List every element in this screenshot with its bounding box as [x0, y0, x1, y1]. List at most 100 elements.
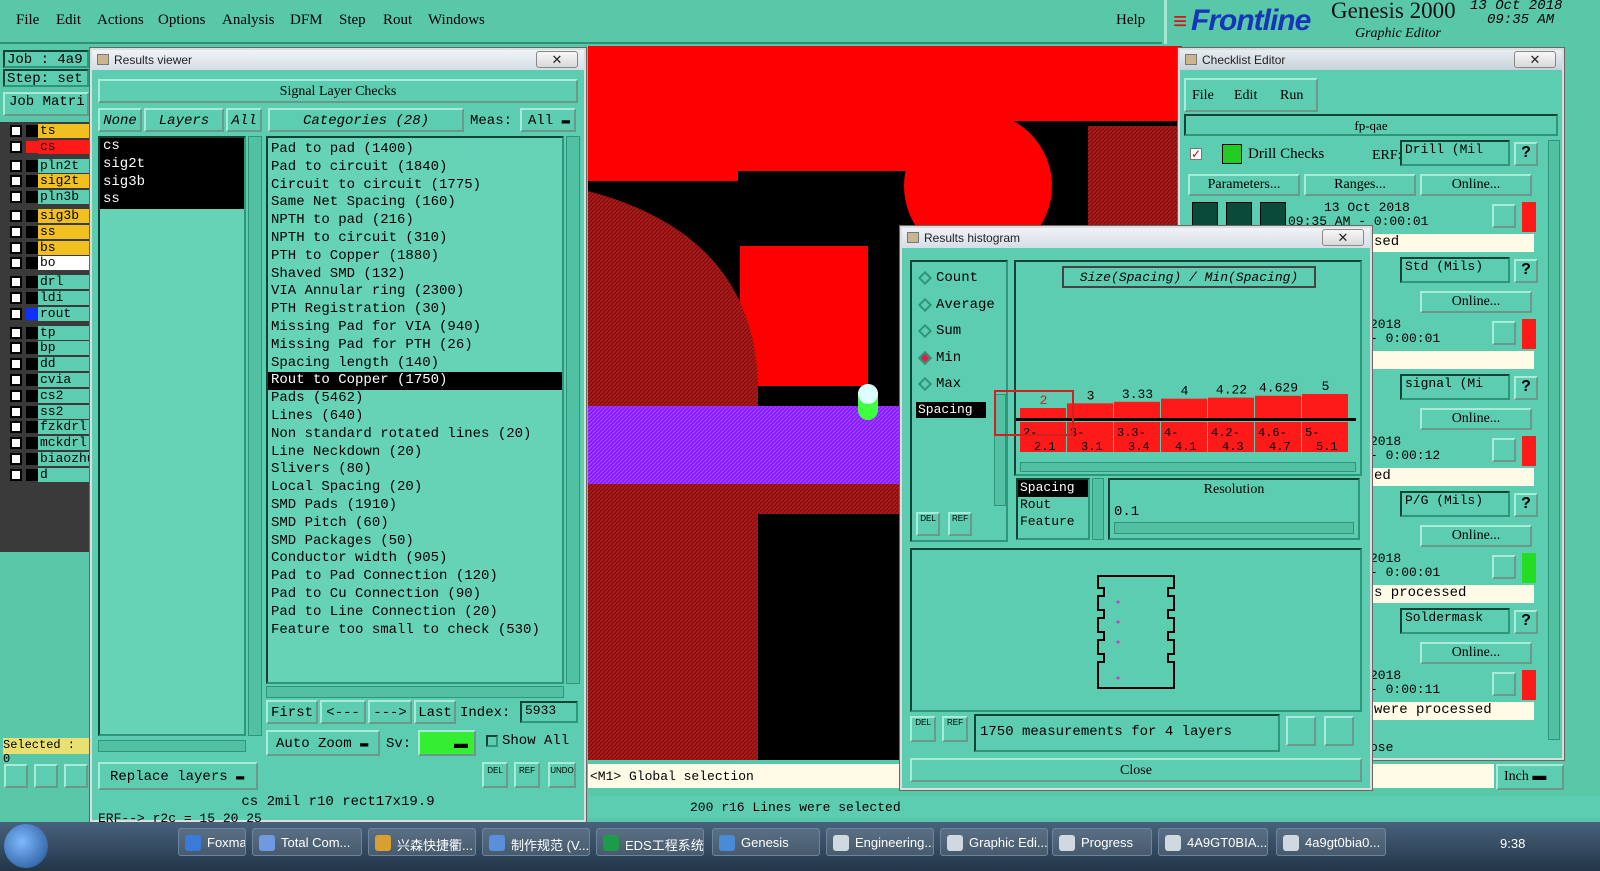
taskbar-item[interactable]: 4a9gt0bia0... — [1276, 828, 1386, 856]
category-item[interactable]: SMD Packages (50) — [268, 533, 562, 551]
layer-checkbox[interactable] — [10, 159, 22, 172]
hist-del-button[interactable]: DEL — [916, 512, 940, 536]
menu-analysis[interactable]: Analysis — [222, 12, 275, 29]
measure-scrollbar[interactable] — [1092, 478, 1104, 540]
category-item[interactable]: Pad to Line Connection (20) — [268, 604, 562, 622]
taskbar-item[interactable]: Genesis — [712, 828, 820, 856]
histogram-bar[interactable] — [1114, 401, 1160, 418]
category-item[interactable]: SMD Pitch (60) — [268, 515, 562, 533]
results-layer-list[interactable]: cs sig2t sig3b ss — [98, 136, 246, 736]
layer-checkbox[interactable] — [10, 257, 22, 270]
undo-button[interactable]: UNDO — [548, 762, 576, 788]
index-input[interactable]: 5933 — [520, 701, 578, 723]
help-question-icon[interactable]: ? — [1514, 493, 1538, 517]
menu-dfm[interactable]: DFM — [290, 12, 323, 29]
layer-row[interactable]: dd — [6, 357, 90, 372]
categories-button[interactable]: Categories (28) — [268, 108, 464, 132]
layer-checkbox[interactable] — [10, 225, 22, 238]
erf-field[interactable]: signal (Mi — [1400, 374, 1510, 400]
histogram-bar[interactable] — [1161, 398, 1207, 418]
ref-button[interactable]: REF — [514, 762, 540, 788]
layer-checkbox[interactable] — [10, 175, 22, 188]
layer-row[interactable]: mckdrl — [6, 436, 90, 451]
layer-checkbox[interactable] — [10, 342, 22, 355]
close-icon[interactable]: ✕ — [1514, 51, 1556, 68]
start-button[interactable] — [4, 824, 48, 868]
run-status-icon[interactable] — [1260, 202, 1286, 226]
measure-rout[interactable]: Rout — [1018, 497, 1088, 514]
signal-layer-checks-header[interactable]: Signal Layer Checks — [98, 79, 578, 103]
erf-field[interactable]: P/G (Mils) — [1400, 491, 1510, 517]
category-item[interactable]: PTH to Copper (1880) — [268, 248, 562, 266]
category-item[interactable]: Line Neckdown (20) — [268, 444, 562, 462]
menu-file[interactable]: File — [16, 12, 39, 29]
menu-actions[interactable]: Actions — [97, 12, 144, 29]
layer-checkbox[interactable] — [10, 276, 22, 289]
measure-list[interactable]: Spacing Rout Feature — [1016, 478, 1090, 540]
radio-sum[interactable] — [917, 323, 933, 339]
category-item[interactable]: Lines (640) — [268, 408, 562, 426]
next-button[interactable]: ---> — [368, 700, 412, 724]
check-enabled-checkbox[interactable]: ✓ — [1190, 148, 1202, 160]
preview-del-button[interactable]: DEL — [910, 716, 936, 742]
layer-checkbox[interactable] — [10, 125, 22, 137]
layer-checkbox[interactable] — [10, 326, 22, 339]
grid-icon[interactable] — [64, 764, 88, 788]
erf-field[interactable]: Drill (Mil — [1400, 140, 1510, 166]
field-spacing[interactable]: Spacing — [916, 402, 986, 418]
menu-rout[interactable]: Rout — [383, 12, 412, 29]
zoom-icon[interactable] — [1492, 555, 1516, 579]
taskbar-item[interactable]: EDS工程系统 — [596, 828, 704, 856]
units-dropdown[interactable]: Inch ▬ — [1496, 764, 1564, 790]
category-item[interactable]: Pads (5462) — [268, 390, 562, 408]
help-question-icon[interactable]: ? — [1514, 259, 1538, 283]
hist-ref-button[interactable]: REF — [948, 512, 972, 536]
preview-ref-button[interactable]: REF — [942, 716, 968, 742]
layer-checkbox[interactable] — [10, 292, 22, 304]
radio-min[interactable] — [917, 350, 933, 365]
categories-scrollbar[interactable] — [566, 136, 580, 684]
layer-row[interactable]: bp — [6, 341, 90, 356]
layer-list-scrollbar[interactable] — [248, 136, 262, 736]
last-button[interactable]: Last — [414, 700, 456, 724]
categories-hscroll[interactable] — [266, 686, 564, 698]
online-button[interactable]: Online... — [1420, 174, 1532, 196]
layer-checkbox[interactable] — [10, 358, 22, 371]
layer-row[interactable]: rout — [6, 306, 90, 321]
category-item[interactable]: Same Net Spacing (160) — [268, 194, 562, 212]
taskbar-item[interactable]: Graphic Edi... — [940, 828, 1048, 856]
taskbar-item[interactable]: Engineering... — [826, 828, 934, 856]
radio-count[interactable] — [917, 270, 933, 286]
layer-row[interactable]: ts — [6, 124, 90, 138]
chart-hscroll[interactable] — [1020, 462, 1356, 472]
measure-feature[interactable]: Feature — [1018, 514, 1088, 531]
category-item[interactable]: Circuit to circuit (1775) — [268, 177, 562, 195]
layer-row[interactable]: bs — [6, 240, 90, 255]
help-question-icon[interactable]: ? — [1514, 142, 1538, 166]
layer-row[interactable]: d — [6, 467, 90, 482]
none-button[interactable]: None — [98, 108, 142, 132]
taskbar-item[interactable]: Total Com... — [252, 828, 362, 856]
layer-row[interactable]: bo — [6, 256, 90, 271]
radio-max[interactable] — [917, 376, 933, 392]
layer-checkbox[interactable] — [10, 307, 22, 320]
measure-spacing[interactable]: Spacing — [1018, 480, 1088, 497]
taskbar-item[interactable]: Foxmail — [178, 828, 246, 856]
help-question-icon[interactable]: ? — [1514, 610, 1538, 634]
layer-checkbox[interactable] — [10, 191, 22, 204]
resolution-slider[interactable] — [1114, 522, 1354, 534]
category-item[interactable]: Pad to pad (1400) — [268, 141, 562, 159]
category-item[interactable]: Rout to Copper (1750) — [268, 372, 562, 391]
radio-average[interactable] — [917, 297, 933, 312]
layer-row[interactable]: tp — [6, 325, 90, 340]
layer-row[interactable]: sig3b — [6, 209, 90, 223]
layer-row[interactable]: cvia — [6, 373, 90, 387]
category-item[interactable]: Missing Pad for PTH (26) — [268, 337, 562, 355]
zoom-icon[interactable] — [1492, 438, 1516, 462]
taskbar-item[interactable]: Progress — [1052, 828, 1152, 856]
erf-field[interactable]: Std (Mils) — [1400, 257, 1510, 283]
parameters-button[interactable]: Parameters... — [1188, 174, 1300, 196]
layer-row[interactable]: ss — [6, 224, 90, 239]
fit-view-icon[interactable] — [1324, 716, 1354, 746]
taskbar-item[interactable]: 兴森快捷衢... — [368, 828, 476, 856]
